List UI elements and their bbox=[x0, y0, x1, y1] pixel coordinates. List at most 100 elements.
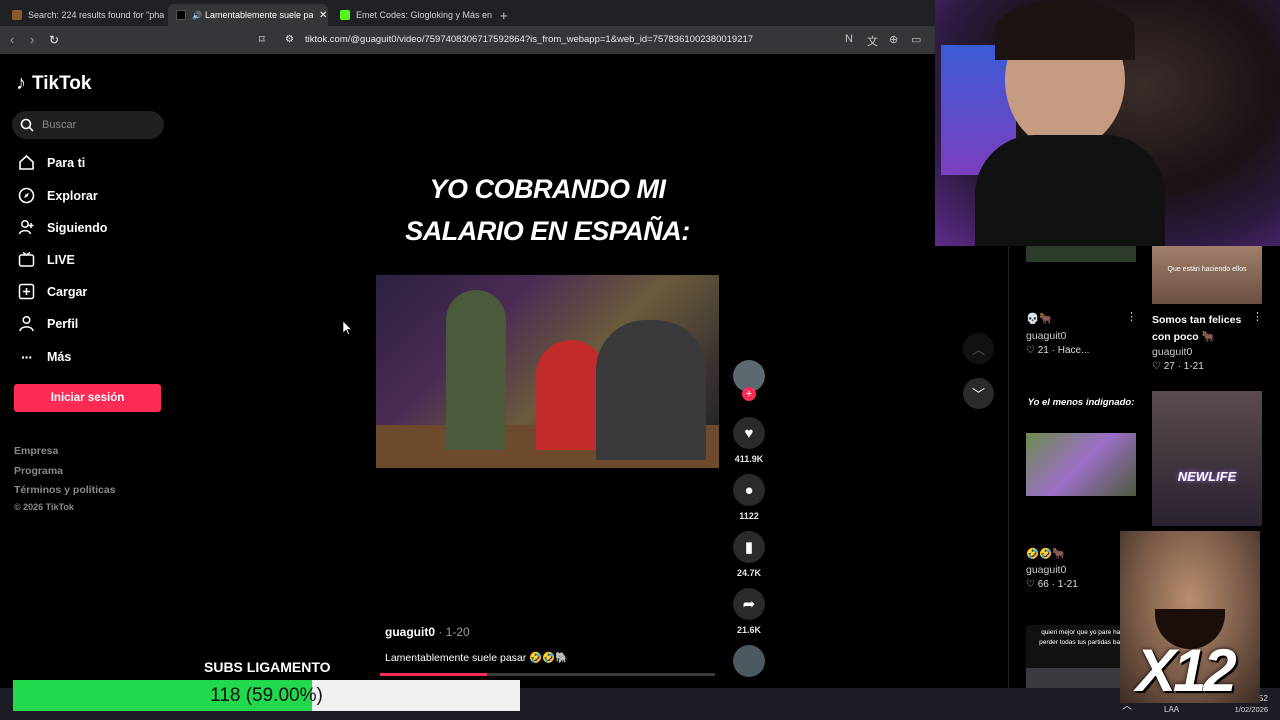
comment-button[interactable]: ● 1122 bbox=[733, 474, 765, 521]
recommended-thumbnail[interactable]: NEWLIFE bbox=[1152, 391, 1262, 526]
bookmark-icon: ▮ bbox=[733, 531, 765, 563]
tab-favicon bbox=[340, 10, 350, 20]
recommended-user[interactable]: guaguit0 bbox=[1152, 346, 1192, 358]
site-info-icon[interactable]: ⚙ bbox=[285, 33, 294, 47]
following-icon bbox=[18, 219, 35, 236]
nav-live[interactable]: LIVE bbox=[18, 251, 75, 268]
recommended-meta: ♡ 66 · 1-21 bbox=[1026, 579, 1078, 590]
recommended-thumbnail[interactable]: Que están haciendo ellos bbox=[1152, 246, 1262, 304]
thumbnail-text: Yo el menos indignado: bbox=[1027, 397, 1135, 408]
thumbnail-image bbox=[1026, 433, 1136, 496]
video-progress-bar[interactable] bbox=[380, 673, 715, 676]
logo-text: TikTok bbox=[32, 72, 92, 94]
mouse-cursor-icon bbox=[343, 321, 352, 335]
search-input[interactable]: Buscar bbox=[12, 111, 164, 139]
video-progress-fill bbox=[380, 673, 488, 676]
login-button[interactable]: Iniciar sesión bbox=[14, 384, 161, 412]
thumbnail-text: NEWLIFE bbox=[1177, 469, 1237, 484]
more-icon: ··· bbox=[21, 348, 33, 365]
nav-label: Para ti bbox=[47, 155, 86, 170]
nav-label: Perfil bbox=[47, 316, 79, 331]
recommended-title[interactable]: 💀🐂 bbox=[1026, 312, 1052, 325]
next-video-button[interactable]: ﹀ bbox=[963, 378, 994, 409]
share-count: 21.6K bbox=[736, 625, 762, 635]
tiktok-logo[interactable]: ♪ TikTok bbox=[16, 72, 91, 95]
video-person-right bbox=[596, 320, 706, 460]
webcam-shirt bbox=[975, 135, 1165, 246]
tab-kick[interactable]: Emet Codes: Glogloking y Más en Ki bbox=[332, 4, 492, 26]
footer-link-programa[interactable]: Programa bbox=[14, 465, 63, 477]
clock-date[interactable]: 1/02/2026 bbox=[1218, 705, 1268, 714]
url-field[interactable]: tiktok.com/@guaguit0/video/7597408306717… bbox=[305, 34, 753, 45]
post-date: · 1-20 bbox=[438, 625, 470, 639]
save-button[interactable]: ▮ 24.7K bbox=[733, 531, 765, 578]
reader-icon[interactable]: N bbox=[845, 33, 853, 45]
more-options-icon[interactable]: ⋮ bbox=[1126, 310, 1137, 323]
recommended-thumbnail[interactable] bbox=[1026, 246, 1136, 262]
live-icon bbox=[18, 251, 35, 268]
nav-explorar[interactable]: Explorar bbox=[18, 187, 98, 204]
reload-icon[interactable]: ↻ bbox=[49, 33, 59, 47]
recommended-thumbnail[interactable]: Yo el menos indignado: bbox=[1026, 392, 1136, 496]
tab-close-icon[interactable]: ✕ bbox=[319, 10, 327, 21]
heart-icon: ♥ bbox=[733, 417, 765, 449]
save-count: 24.7K bbox=[736, 568, 762, 578]
new-tab-button[interactable]: + bbox=[496, 4, 514, 26]
caption-line: YO COBRANDO MI bbox=[429, 174, 667, 204]
share-icon: ➦ bbox=[733, 588, 765, 620]
tab-bar: Search: 224 results found for "phanta 🔊 … bbox=[0, 0, 935, 26]
cast-icon[interactable]: ▭ bbox=[911, 33, 921, 46]
search-icon bbox=[20, 118, 34, 132]
follow-plus-icon[interactable]: + bbox=[742, 387, 756, 401]
music-disc-icon bbox=[733, 645, 765, 677]
subs-goal-title: SUBS LIGAMENTO bbox=[204, 659, 331, 675]
caption-line: SALARIO EN ESPAÑA: bbox=[405, 216, 690, 246]
footer-link-empresa[interactable]: Empresa bbox=[14, 445, 58, 457]
tiktok-favicon bbox=[176, 10, 186, 20]
multiplier-text: X12 bbox=[1136, 637, 1237, 704]
translate-icon[interactable]: 文 bbox=[867, 33, 878, 49]
comment-count: 1122 bbox=[739, 511, 759, 521]
subs-goal-value: 118 (59.00%) bbox=[210, 684, 323, 706]
nav-mas[interactable]: ··· Más bbox=[18, 348, 71, 365]
recommended-meta: ♡ 27 · 1-21 bbox=[1152, 361, 1204, 372]
nav-label: Cargar bbox=[47, 284, 88, 299]
footer-copyright: © 2026 TikTok bbox=[14, 502, 74, 512]
tiktok-note-icon: ♪ bbox=[16, 72, 26, 94]
author-avatar[interactable]: + bbox=[733, 360, 765, 401]
nav-label: LIVE bbox=[47, 252, 75, 267]
recommended-user[interactable]: guaguit0 bbox=[1026, 330, 1066, 342]
bookmark-icon[interactable]: ⌑ bbox=[259, 33, 265, 47]
speaker-icon[interactable]: 🔊 bbox=[192, 11, 202, 20]
nav-cargar[interactable]: Cargar bbox=[18, 283, 87, 300]
video-player[interactable] bbox=[376, 275, 719, 468]
tab-favicon bbox=[12, 10, 22, 20]
like-count: 411.9K bbox=[734, 454, 764, 464]
compass-icon bbox=[18, 187, 35, 204]
video-person-left bbox=[446, 290, 506, 450]
forward-icon[interactable]: › bbox=[30, 33, 34, 47]
language-indicator[interactable]: LAA bbox=[1164, 705, 1179, 714]
recommended-title[interactable]: 🤣🤣🐂 bbox=[1026, 547, 1065, 560]
video-author[interactable]: guaguit0 · 1-20 bbox=[385, 625, 470, 639]
footer-link-terminos[interactable]: Términos y políticas bbox=[14, 484, 116, 496]
webcam-hair bbox=[995, 0, 1135, 60]
previous-video-button[interactable]: ︿ bbox=[963, 333, 994, 364]
nav-siguiendo[interactable]: Siguiendo bbox=[18, 219, 107, 236]
tab-search[interactable]: Search: 224 results found for "phanta bbox=[4, 4, 164, 26]
tab-tiktok-active[interactable]: 🔊 Lamentablemente suele pasa ✕ bbox=[168, 4, 328, 26]
nav-perfil[interactable]: Perfil bbox=[18, 315, 78, 332]
tab-title: Lamentablemente suele pasa bbox=[204, 10, 313, 20]
share-button[interactable]: ➦ 21.6K bbox=[733, 588, 765, 635]
search-placeholder: Buscar bbox=[42, 119, 77, 131]
recommended-title[interactable]: Somos tan felices con poco 🐂 bbox=[1152, 312, 1252, 346]
recommended-user[interactable]: guaguit0 bbox=[1026, 564, 1066, 576]
more-options-icon[interactable]: ⋮ bbox=[1252, 310, 1263, 323]
sound-avatar[interactable] bbox=[733, 645, 765, 677]
like-button[interactable]: ♥ 411.9K bbox=[733, 417, 765, 464]
zoom-icon[interactable]: ⊕ bbox=[889, 33, 898, 46]
back-icon[interactable]: ‹ bbox=[10, 33, 14, 47]
nav-label: Explorar bbox=[47, 188, 98, 203]
subs-goal-bar: 118 (59.00%) bbox=[13, 680, 520, 711]
nav-para-ti[interactable]: Para ti bbox=[18, 154, 85, 171]
